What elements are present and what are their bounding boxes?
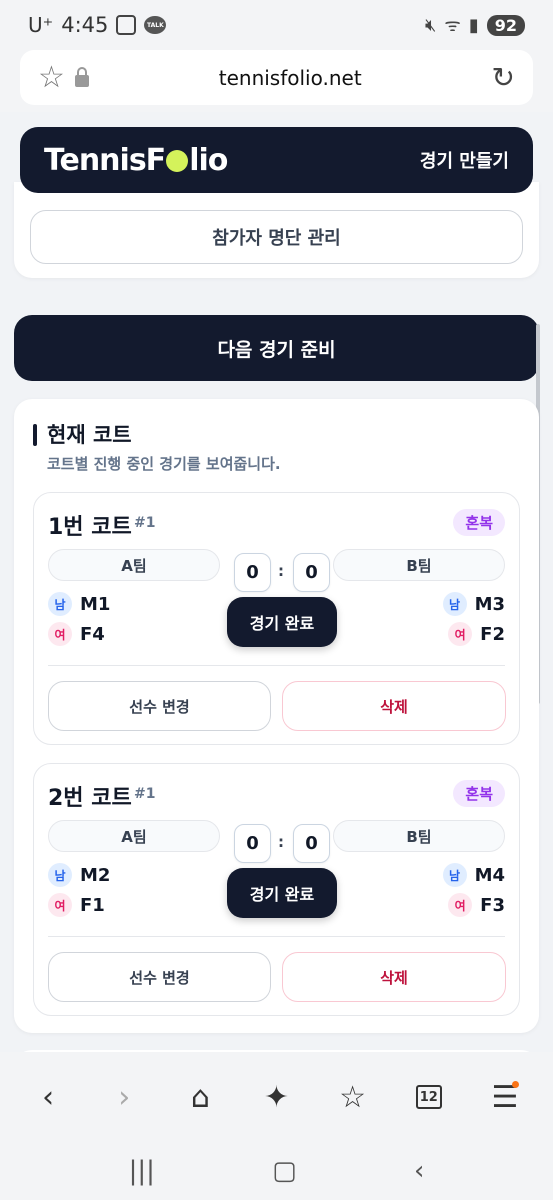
team-b-label: B팀 <box>333 820 505 852</box>
match-type-badge: 혼복 <box>453 509 505 536</box>
finish-match-button[interactable]: 경기 완료 <box>227 868 337 918</box>
bookmarks-icon[interactable]: ☆ <box>323 1067 383 1127</box>
tennisfolio-logo[interactable]: TennisF lio <box>44 143 228 178</box>
gender-badge: 남 <box>48 863 72 887</box>
score-a-input[interactable]: 0 <box>234 553 271 592</box>
player-row: 여 F1 <box>48 893 105 917</box>
forward-icon[interactable]: › <box>94 1067 154 1127</box>
player-name: M2 <box>80 864 111 886</box>
next-match-prepare-button[interactable]: 다음 경기 준비 <box>14 315 539 381</box>
tabs-button[interactable]: 12 <box>399 1067 459 1127</box>
divider <box>48 936 505 937</box>
player-row: 남 M1 <box>48 592 110 616</box>
court-number: #1 <box>134 515 156 531</box>
gender-badge: 남 <box>442 863 467 887</box>
tabs-icon: 12 <box>415 1085 442 1109</box>
delete-court-button[interactable]: 삭제 <box>282 681 506 731</box>
court-card: 1번 코트 #1 혼복 A팀 B팀 0 : 0 남 M1 여 F4 남 M3 여… <box>33 492 520 745</box>
team-a-label: A팀 <box>48 549 220 581</box>
notification-dot <box>511 1081 519 1088</box>
lock-icon <box>74 66 89 87</box>
home-icon[interactable]: ⌂ <box>170 1067 230 1127</box>
score-b-input[interactable]: 0 <box>293 824 330 863</box>
gender-badge: 남 <box>48 592 72 616</box>
sparkle-icon[interactable]: ✦ <box>246 1067 306 1127</box>
player-name: M1 <box>80 593 111 615</box>
menu-icon[interactable]: ☰ <box>475 1067 535 1127</box>
status-bar: U⁺ 4:45 TALK 🔇︎ ᯤ ▮ 92 <box>0 0 553 50</box>
roster-card: 참가자 명단 관리 <box>14 182 539 278</box>
gender-badge: 여 <box>448 622 473 646</box>
player-name: M4 <box>474 864 505 886</box>
screenshot-icon <box>116 15 137 35</box>
gender-badge: 여 <box>48 893 72 917</box>
section-title: 현재 코트 <box>47 423 132 447</box>
player-row: 여 F3 <box>448 893 505 917</box>
player-name: F3 <box>480 894 505 916</box>
match-type-badge: 혼복 <box>453 780 505 807</box>
roster-manage-button[interactable]: 참가자 명단 관리 <box>30 210 523 264</box>
delete-court-button[interactable]: 삭제 <box>282 952 506 1002</box>
player-row: 남 M4 <box>442 863 505 887</box>
player-row: 여 F2 <box>448 622 505 646</box>
wifi-icon: ᯤ <box>444 15 461 36</box>
score-a-input[interactable]: 0 <box>234 824 271 863</box>
player-name: F4 <box>80 623 105 645</box>
player-row: 여 F4 <box>48 622 105 646</box>
carrier-label: U⁺ <box>28 13 54 37</box>
player-row: 남 M3 <box>442 592 505 616</box>
team-a-label: A팀 <box>48 820 220 852</box>
section-accent-bar <box>33 424 37 446</box>
court-name: 2번 코트 <box>48 786 132 811</box>
recent-apps-icon[interactable]: ||| <box>129 1156 155 1186</box>
score-b-input[interactable]: 0 <box>293 553 330 592</box>
player-name: F2 <box>480 623 505 645</box>
court-card: 2번 코트 #1 혼복 A팀 B팀 0 : 0 남 M2 여 F1 남 M4 여… <box>33 763 520 1016</box>
section-subtitle: 코트별 진행 중인 경기를 보여줍니다. <box>47 455 281 473</box>
current-courts-section: 현재 코트 코트별 진행 중인 경기를 보여줍니다. 1번 코트 #1 혼복 A… <box>14 399 539 1033</box>
court-name: 1번 코트 <box>48 515 132 540</box>
tennis-ball-icon <box>166 149 189 172</box>
browser-address-area: ☆ tennisfolio.net ↻ <box>0 50 553 112</box>
status-time: 4:45 <box>61 13 109 37</box>
battery-indicator: 92 <box>486 14 525 36</box>
system-nav-bar: ||| ▢ ‹ <box>0 1142 553 1200</box>
create-match-button[interactable]: 경기 만들기 <box>420 147 509 173</box>
player-name: F1 <box>80 894 105 916</box>
player-name: M3 <box>474 593 505 615</box>
change-players-button[interactable]: 선수 변경 <box>48 952 271 1002</box>
web-page: 참가자 명단 관리 TennisF lio 경기 만들기 다음 경기 준비 현재 … <box>0 112 553 1052</box>
talk-icon: TALK <box>144 16 167 34</box>
browser-toolbar: ‹ › ⌂ ✦ ☆ 12 ☰ <box>0 1052 553 1142</box>
court-number: #1 <box>134 786 156 802</box>
back-icon[interactable]: ‹ <box>18 1067 78 1127</box>
address-bar[interactable]: ☆ tennisfolio.net ↻ <box>20 50 533 105</box>
signal-icon: ▮ <box>468 14 479 36</box>
gender-badge: 여 <box>48 622 72 646</box>
back-nav-icon[interactable]: ‹ <box>414 1156 424 1186</box>
home-nav-icon[interactable]: ▢ <box>272 1156 297 1186</box>
url-text[interactable]: tennisfolio.net <box>89 66 492 90</box>
gender-badge: 여 <box>448 893 473 917</box>
site-header: TennisF lio 경기 만들기 <box>20 127 533 193</box>
team-b-label: B팀 <box>333 549 505 581</box>
player-row: 남 M2 <box>48 863 110 887</box>
score-separator: : <box>278 562 284 580</box>
mute-icon: 🔇︎ <box>425 14 437 36</box>
gender-badge: 남 <box>442 592 467 616</box>
divider <box>48 665 505 666</box>
finish-match-button[interactable]: 경기 완료 <box>227 597 337 647</box>
reload-icon[interactable]: ↻ <box>492 61 515 94</box>
bookmark-star-icon[interactable]: ☆ <box>38 60 65 95</box>
change-players-button[interactable]: 선수 변경 <box>48 681 271 731</box>
score-separator: : <box>278 833 284 851</box>
